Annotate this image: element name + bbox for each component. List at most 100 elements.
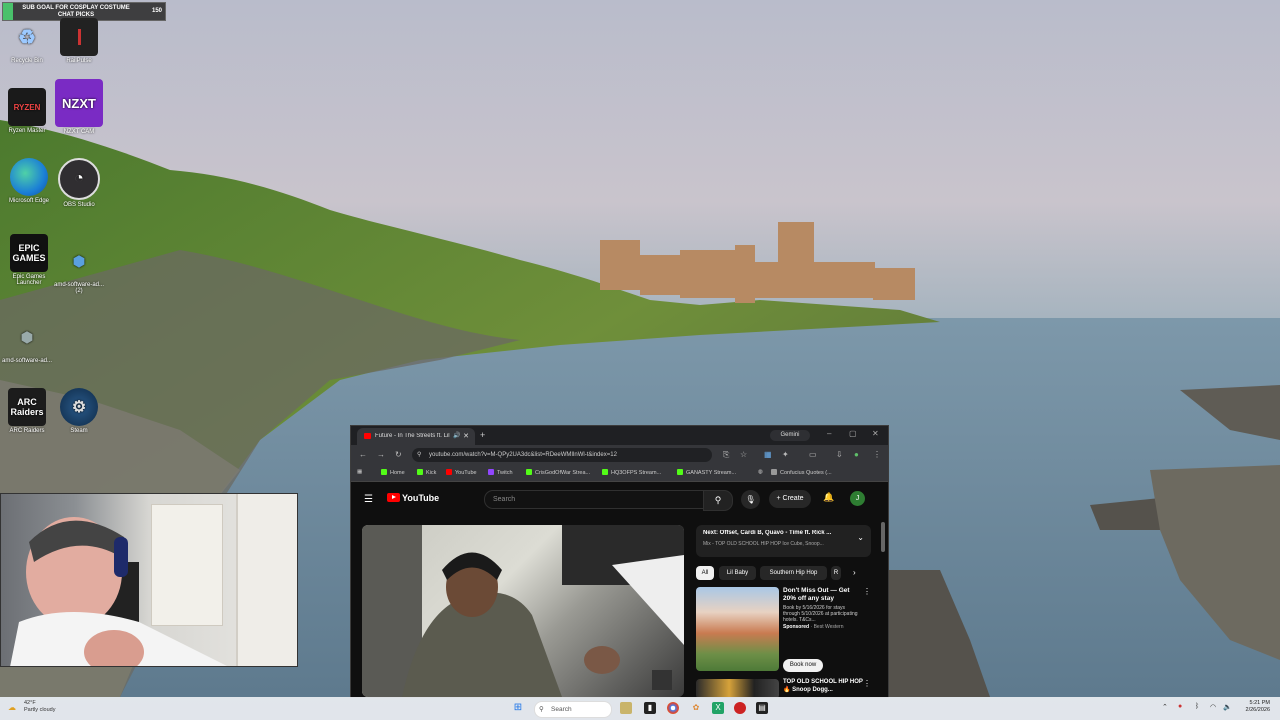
terminal-icon[interactable]: ▤ <box>756 702 768 714</box>
reload-icon[interactable]: ↻ <box>395 450 402 459</box>
scrollbar[interactable] <box>881 522 885 552</box>
desktop-icon-amd-installer[interactable]: ⬢ amd-software-ad... <box>0 318 54 365</box>
taskbar-search[interactable]: ⚲ Search <box>534 701 612 718</box>
speaker-icon[interactable]: 🔊 <box>453 432 460 439</box>
wifi-icon[interactable]: ◠ <box>1210 703 1216 711</box>
edge-icon <box>10 158 48 196</box>
search-icon[interactable]: ⚲ <box>703 490 733 511</box>
recommended-thumbnail[interactable] <box>696 679 779 697</box>
file-explorer-icon[interactable]: ▮ <box>644 702 656 714</box>
forward-icon[interactable]: → <box>377 450 385 459</box>
new-tab-button[interactable]: + <box>480 430 485 440</box>
avatar[interactable]: J <box>850 491 865 506</box>
microphone-icon[interactable]: 🎙 <box>741 490 760 509</box>
sponsored-ad[interactable]: Don't Miss Out — Get 20% off any stay Bo… <box>696 587 871 687</box>
bookmark-star-icon[interactable]: ☆ <box>740 450 747 459</box>
ad-thumbnail[interactable] <box>696 587 779 671</box>
desktop-icon-label: Recycle Bin <box>11 58 43 64</box>
youtube-header: ☰ YouTube Search ⚲ 🎙 + Create 🔔 J <box>351 482 888 516</box>
minimize-icon[interactable]: – <box>827 429 831 438</box>
bookmark-home[interactable]: Home <box>381 469 405 476</box>
bookmark-hq3ofps[interactable]: HQ3OFPS Stream... <box>602 469 661 476</box>
book-now-button[interactable]: Book now <box>783 659 823 672</box>
steam-icon: ⚙ <box>60 388 98 426</box>
download-icon[interactable]: ⇩ <box>836 450 843 459</box>
chrome-icon[interactable] <box>667 702 679 714</box>
youtube-logo[interactable]: YouTube <box>387 493 439 503</box>
desktop-icon-nzxt-cam[interactable]: NZXT NZXT CAM <box>52 79 106 135</box>
weather-temp: 42°F <box>24 700 36 706</box>
extensions-puzzle-icon[interactable]: ✦ <box>782 450 789 459</box>
bookmark-globe-icon[interactable]: ◍ <box>758 469 763 475</box>
sidepanel-icon[interactable]: ▭ <box>809 450 817 459</box>
bookmark-kick[interactable]: Kick <box>417 469 436 476</box>
bluetooth-icon[interactable]: ᛒ <box>1195 703 1199 710</box>
chip-lil-baby[interactable]: Lil Baby <box>719 566 756 580</box>
record-icon[interactable] <box>734 702 746 714</box>
chevron-right-icon[interactable]: › <box>853 568 856 577</box>
desktop-icon-label: NZXT CAM <box>63 129 95 135</box>
ad-title[interactable]: Don't Miss Out — Get 20% off any stay <box>783 587 863 603</box>
desktop-icon-recycle-bin[interactable]: ♻ Recycle Bin <box>0 18 54 65</box>
windows-start-icon[interactable]: ⊞ <box>512 702 524 714</box>
bookmark-confucius[interactable]: Confucius Quotes (... <box>771 469 832 476</box>
profile-icon[interactable]: ● <box>854 450 859 459</box>
video-player[interactable] <box>362 525 684 697</box>
more-options-icon[interactable]: ⋮ <box>863 587 871 596</box>
desktop-icon-amd-installer-2[interactable]: ⬢ amd-software-ad... (2) <box>52 242 106 295</box>
tab-title: Future - In The Streets ft. Lil <box>375 433 450 439</box>
bookmark-crisgodofwar[interactable]: CrisGodOfWar Strea... <box>526 469 590 476</box>
chevron-down-icon[interactable]: ⌄ <box>857 533 864 542</box>
desktop-icon-label: Epic Games Launcher <box>12 274 46 286</box>
tray-chevron-icon[interactable]: ⌃ <box>1162 703 1168 711</box>
desktop-icon-label: RailPulse <box>66 58 92 64</box>
menu-icon[interactable]: ☰ <box>364 494 373 505</box>
apps-grid-icon[interactable]: ▦ <box>357 469 362 475</box>
more-options-icon[interactable]: ⋮ <box>863 679 871 688</box>
desktop-icon-label: Microsoft Edge <box>8 198 50 204</box>
desktop-icon-epic-games[interactable]: EPIC GAMES Epic Games Launcher <box>2 234 56 286</box>
app-icon <box>60 18 98 56</box>
desktop-icon-arc-raiders[interactable]: ARC Raiders ARC Raiders <box>0 388 54 434</box>
obs-icon: ◔ <box>58 158 100 200</box>
browser-window[interactable]: Future - In The Streets ft. Lil 🔊 ✕ + Ge… <box>350 425 889 698</box>
back-icon[interactable]: ← <box>359 450 367 459</box>
recommended-title[interactable]: TOP OLD SCHOOL HIP HOP 🔥 Snoop Dogg... <box>783 678 863 694</box>
desktop-icon-label: amd-software-ad... <box>1 358 53 364</box>
youtube-search-input[interactable]: Search <box>484 490 704 509</box>
desktop-icon-steam[interactable]: ⚙ Steam <box>52 388 106 434</box>
notifications-bell-icon[interactable]: 🔔 <box>823 492 834 503</box>
maximize-icon[interactable]: ▢ <box>849 429 857 438</box>
desktop-icon-railpulse[interactable]: RailPulse <box>52 18 106 64</box>
app-icon[interactable]: ✿ <box>690 702 702 714</box>
weather-icon[interactable]: ☁ <box>6 702 18 714</box>
cast-icon[interactable]: ⎘ <box>723 450 729 460</box>
tab-youtube[interactable]: Future - In The Streets ft. Lil 🔊 ✕ <box>357 428 475 445</box>
address-bar[interactable]: ⚲ youtube.com/watch?v=M-QPy2UA3dc&list=R… <box>412 448 712 462</box>
site-info-icon[interactable]: ⚲ <box>417 448 421 462</box>
desktop-icon-edge[interactable]: Microsoft Edge <box>2 158 56 204</box>
excel-icon[interactable]: X <box>712 702 724 714</box>
browser-menu-icon[interactable]: ⋮ <box>873 450 881 459</box>
close-tab-icon[interactable]: ✕ <box>463 432 469 440</box>
tray-app-icon[interactable]: ● <box>1178 703 1182 710</box>
bookmark-twitch[interactable]: Twitch <box>488 469 513 476</box>
desktop-icon-obs[interactable]: ◔ OBS Studio <box>52 158 106 208</box>
bookmark-youtube[interactable]: YouTube <box>446 469 477 476</box>
copilot-icon[interactable] <box>620 702 632 714</box>
bookmark-ganasty[interactable]: GANASTY Stream... <box>677 469 736 476</box>
up-next-mix[interactable]: Next: Offset, Cardi B, Quavo - Time ft. … <box>696 525 871 557</box>
extension-icon[interactable]: ▦ <box>764 450 772 459</box>
chip-r[interactable]: R <box>831 566 841 580</box>
installer-icon: ⬢ <box>72 252 86 269</box>
clock[interactable]: 5:21 PM 2/26/2026 <box>1236 700 1270 714</box>
chip-all[interactable]: All <box>696 566 714 580</box>
gemini-button[interactable]: Gemini <box>770 430 810 441</box>
create-button[interactable]: + Create <box>769 490 811 508</box>
taskbar: ☁ 42°F Partly cloudy ⊞ ⚲ Search ▮ ✿ X ▤ … <box>0 697 1280 720</box>
weather-widget[interactable]: 42°F Partly cloudy <box>24 700 56 714</box>
close-window-icon[interactable]: ✕ <box>872 429 879 438</box>
chip-southern-hip-hop[interactable]: Southern Hip Hop <box>760 566 827 580</box>
volume-icon[interactable]: 🔈 <box>1223 703 1232 711</box>
desktop-icon-ryzen-master[interactable]: RYZEN Ryzen Master <box>0 88 54 134</box>
